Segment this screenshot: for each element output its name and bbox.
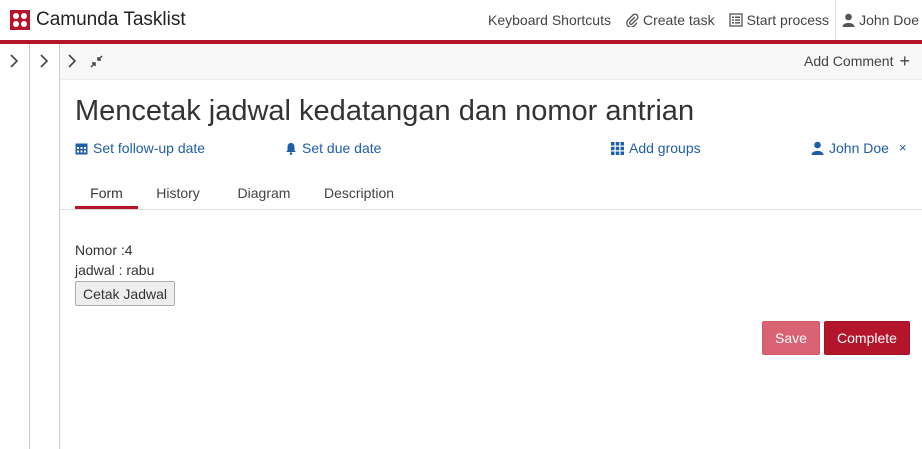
expand-filters-chevron-icon[interactable] <box>9 54 19 68</box>
assignee-name: John Doe <box>829 140 889 156</box>
paperclip-icon <box>626 13 639 27</box>
set-follow-up-date-label: Set follow-up date <box>93 140 206 156</box>
user-menu[interactable]: John Doe <box>835 0 922 40</box>
filters-column-collapsed <box>0 44 30 449</box>
compress-icon[interactable] <box>90 55 103 68</box>
tab-label: History <box>156 185 200 201</box>
start-process-label: Start process <box>746 12 830 28</box>
tab-label: Form <box>90 185 123 201</box>
tab-description[interactable]: Description <box>310 178 408 209</box>
add-comment-label: Add Comment <box>804 53 894 69</box>
nomor-text: Nomor :4 <box>75 242 133 258</box>
add-comment-button[interactable]: Add Comment + <box>804 51 910 71</box>
assignee-link[interactable]: John Doe <box>811 140 889 156</box>
list-alt-icon <box>728 13 743 27</box>
tab-diagram[interactable]: Diagram <box>218 178 310 209</box>
keyboard-shortcuts-label: Keyboard Shortcuts <box>488 12 611 28</box>
cetak-jadwal-button[interactable]: Cetak Jadwal <box>75 281 175 306</box>
add-groups-link[interactable]: Add groups <box>611 140 701 156</box>
app-name: Camunda Tasklist <box>36 9 186 30</box>
set-follow-up-date-link[interactable]: Set follow-up date <box>75 140 205 156</box>
user-icon <box>811 141 824 155</box>
list-column-collapsed <box>30 44 60 449</box>
keyboard-shortcuts-link[interactable]: Keyboard Shortcuts <box>488 12 611 28</box>
tab-form[interactable]: Form <box>75 178 138 209</box>
jadwal-text: jadwal : rabu <box>75 262 155 278</box>
tab-label: Diagram <box>237 185 291 201</box>
app-header: Camunda Tasklist Keyboard Shortcuts Crea… <box>0 0 922 40</box>
start-process-link[interactable]: Start process <box>728 12 830 28</box>
user-icon <box>842 13 855 27</box>
task-tabs: Form History Diagram Description <box>75 178 408 209</box>
task-title: Mencetak jadwal kedatangan dan nomor ant… <box>75 95 695 127</box>
expand-task-chevron-icon[interactable] <box>67 54 77 68</box>
tab-label: Description <box>323 185 395 201</box>
complete-button[interactable]: Complete <box>824 321 910 355</box>
save-button[interactable]: Save <box>762 321 820 355</box>
expand-list-chevron-icon[interactable] <box>39 54 49 68</box>
user-name: John Doe <box>859 12 919 28</box>
task-toolbar: Add Comment + <box>60 44 922 80</box>
brand[interactable]: Camunda Tasklist <box>10 9 186 31</box>
tabs-divider <box>60 209 922 210</box>
set-due-date-label: Set due date <box>302 140 382 156</box>
header-nav: Keyboard Shortcuts Create task Start pro… <box>474 0 922 40</box>
set-due-date-link[interactable]: Set due date <box>285 140 381 156</box>
remove-assignee-icon[interactable]: × <box>899 140 907 155</box>
create-task-label: Create task <box>642 12 715 28</box>
add-groups-label: Add groups <box>629 140 701 156</box>
tab-history[interactable]: History <box>138 178 218 209</box>
bell-icon <box>286 142 296 155</box>
calendar-icon <box>75 143 88 154</box>
plus-icon: + <box>899 51 910 71</box>
grid-icon <box>611 141 624 155</box>
create-task-link[interactable]: Create task <box>625 12 715 28</box>
camunda-logo-icon <box>10 10 30 30</box>
